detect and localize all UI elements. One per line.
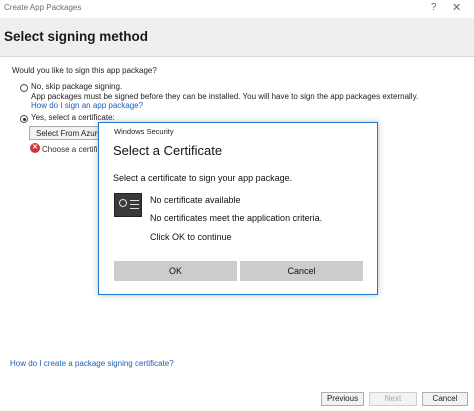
select-certificate-radio[interactable]: [20, 115, 28, 123]
skip-signing-description: App packages must be signed before they …: [31, 92, 419, 101]
dialog-cancel-button[interactable]: Cancel: [240, 261, 363, 281]
sign-package-help-link[interactable]: How do I sign an app package?: [31, 101, 143, 110]
certificate-icon: [114, 193, 142, 217]
dialog-ok-button[interactable]: OK: [114, 261, 237, 281]
signing-question: Would you like to sign this app package?: [12, 66, 157, 75]
error-icon: ✕: [30, 143, 40, 153]
next-button[interactable]: Next: [369, 392, 417, 406]
create-certificate-help-link[interactable]: How do I create a package signing certif…: [10, 359, 174, 368]
help-icon[interactable]: ?: [431, 2, 437, 13]
criteria-message: No certificates meet the application cri…: [150, 213, 323, 223]
select-certificate-label[interactable]: Yes, select a certificate:: [31, 113, 115, 122]
close-icon[interactable]: ✕: [452, 1, 461, 14]
no-certificate-message: No certificate available: [150, 195, 241, 205]
page-header: Select signing method: [0, 18, 474, 57]
dialog-heading: Select a Certificate: [113, 143, 223, 158]
skip-signing-radio[interactable]: [20, 84, 28, 92]
page-title: Select signing method: [4, 29, 149, 44]
select-certificate-dialog: Windows Security Select a Certificate Se…: [98, 122, 378, 295]
select-from-azure-button[interactable]: Select From Azure: [29, 126, 109, 140]
continue-message: Click OK to continue: [150, 232, 232, 242]
previous-button[interactable]: Previous: [321, 392, 364, 406]
window-titlebar: Create App Packages ? ✕: [0, 0, 474, 18]
cancel-button[interactable]: Cancel: [422, 392, 468, 406]
dialog-instruction: Select a certificate to sign your app pa…: [113, 173, 293, 183]
dialog-window-title: Windows Security: [114, 127, 174, 136]
skip-signing-label[interactable]: No, skip package signing.: [31, 82, 122, 91]
certificate-error-text: Choose a certifica: [42, 145, 107, 154]
window-title: Create App Packages: [4, 3, 82, 12]
